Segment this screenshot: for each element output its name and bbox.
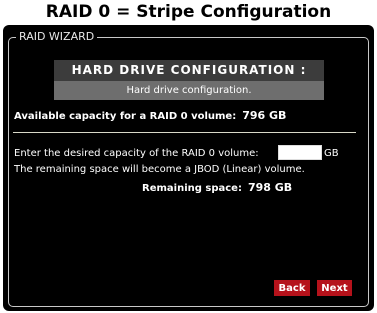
remaining-space-value: 798 GB bbox=[247, 181, 293, 194]
desired-capacity-unit: GB bbox=[324, 148, 339, 159]
desired-capacity-input[interactable] bbox=[278, 145, 322, 160]
remaining-space-row: Remaining space: 798 GB bbox=[142, 181, 292, 196]
config-header-title: HARD DRIVE CONFIGURATION : bbox=[54, 60, 324, 81]
page-title: RAID 0 = Stripe Configuration bbox=[45, 2, 332, 22]
desired-capacity-label: Enter the desired capacity of the RAID 0… bbox=[14, 148, 259, 159]
available-capacity-value: 796 GB bbox=[242, 109, 287, 122]
config-header-subtitle: Hard drive configuration. bbox=[54, 81, 324, 100]
divider bbox=[13, 132, 356, 133]
remaining-space-label: Remaining space: bbox=[142, 183, 242, 194]
wizard-legend: RAID WIZARD bbox=[16, 30, 98, 44]
back-button[interactable]: Back bbox=[273, 279, 311, 297]
remaining-space-note: The remaining space will become a JBOD (… bbox=[14, 164, 305, 175]
available-capacity-label: Available capacity for a RAID 0 volume: bbox=[14, 111, 237, 122]
next-button[interactable]: Next bbox=[316, 279, 353, 297]
available-capacity-row: Available capacity for a RAID 0 volume: 7… bbox=[14, 109, 286, 124]
